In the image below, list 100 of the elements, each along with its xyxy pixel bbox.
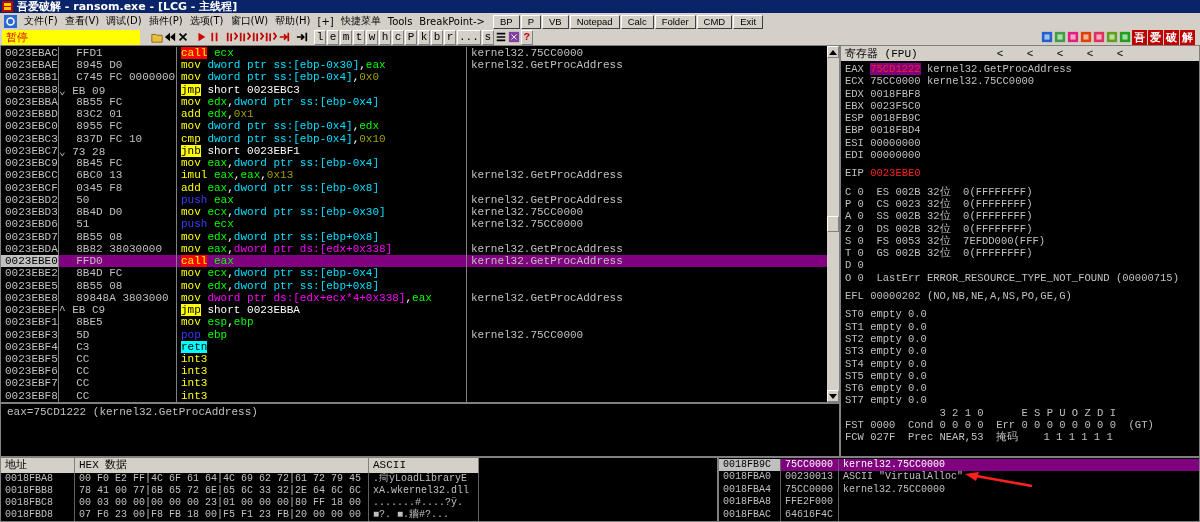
register-value[interactable]: 75CC0000 xyxy=(870,75,921,88)
column-header[interactable]: 地址 xyxy=(1,458,75,473)
tool-button[interactable]: Exit xyxy=(733,15,764,29)
address-cell: 0023EBF7 xyxy=(1,377,59,390)
tool-button[interactable]: Folder xyxy=(654,15,696,29)
letter-button[interactable]: c xyxy=(392,29,404,45)
register-name: EDI xyxy=(845,149,864,162)
tool-button[interactable]: P xyxy=(520,15,542,29)
plugin-icon[interactable] xyxy=(1080,31,1092,43)
logo-tile[interactable]: 吾 xyxy=(1132,29,1147,45)
step-icon[interactable] xyxy=(265,31,277,43)
grid-icon[interactable] xyxy=(507,31,520,43)
plugin-icon[interactable] xyxy=(1067,31,1079,43)
value-cell: 00230013 xyxy=(781,471,839,484)
pause-icon[interactable] xyxy=(208,31,220,43)
step-icon[interactable] xyxy=(252,31,264,43)
menu-item[interactable]: 选项(T) xyxy=(189,14,224,28)
register-value[interactable]: 0018FBF8 xyxy=(870,87,921,100)
plugin-icon[interactable] xyxy=(1119,31,1131,43)
menu-item[interactable]: Tools xyxy=(387,15,413,27)
play-icon[interactable] xyxy=(195,31,207,43)
tool-button[interactable]: Calc xyxy=(620,15,654,29)
menu-item[interactable]: 文件(F) xyxy=(24,14,58,28)
ascii-cell: .......#....?ÿ. xyxy=(369,497,479,509)
scroll-up-icon[interactable] xyxy=(829,49,837,55)
app-menu-icon[interactable] xyxy=(4,14,17,28)
letter-button[interactable]: k xyxy=(418,29,430,45)
column-header[interactable]: ASCII xyxy=(369,458,479,473)
scrollbar[interactable] xyxy=(827,46,839,402)
step-icon[interactable] xyxy=(226,31,238,43)
letter-button[interactable]: h xyxy=(379,29,391,45)
letter-button[interactable]: m xyxy=(340,29,352,45)
arrow-button[interactable]: < xyxy=(1045,47,1075,60)
register-value[interactable]: 0018FB9C xyxy=(870,112,921,125)
register-value[interactable]: 0018FBD4 xyxy=(870,124,921,137)
address-cell: 0023EBF8 xyxy=(1,389,59,402)
tool-button[interactable]: VB xyxy=(542,15,569,29)
letter-button[interactable]: l xyxy=(314,29,326,45)
flag-line: C 0 ES 002B 32位 0(FFFFFFFF) xyxy=(845,185,1034,198)
hex-cell: 0345 F8 xyxy=(59,181,177,194)
hex-cell: C745 FC 0000000 xyxy=(59,71,177,84)
hex-cell: 78 41 00 77|6B 65 72 6E|65 6C 33 32|2E 64 6C 6C xyxy=(75,485,369,497)
register-name: ESI xyxy=(845,136,864,150)
return-icon[interactable] xyxy=(278,31,290,43)
letter-button[interactable]: P xyxy=(405,29,417,45)
menu-item[interactable]: [+] xyxy=(317,15,334,27)
hex-cell: 51 xyxy=(59,218,177,231)
letter-button[interactable]: w xyxy=(366,29,378,45)
scroll-thumb[interactable] xyxy=(827,216,839,232)
menu-item[interactable]: 插件(P) xyxy=(148,14,183,28)
column-header[interactable]: HEX 数据 xyxy=(75,458,369,473)
address-cell: 0018FB9C xyxy=(719,459,781,472)
hex-cell: 837D FC 10 xyxy=(59,132,177,145)
tool-button[interactable]: BP xyxy=(493,15,520,29)
plugin-icon[interactable] xyxy=(1054,31,1066,43)
stack-row[interactable]: 0018FB9C 75CC0000 kernel32.75CC0000 xyxy=(719,459,1199,472)
menu-item[interactable]: 调试(D) xyxy=(106,14,142,28)
letter-button[interactable]: s xyxy=(481,29,494,45)
fpu-status-line: 3 2 1 0 E S P U O Z D I xyxy=(938,406,1117,419)
menu-item[interactable]: 查看(V) xyxy=(64,14,100,28)
flag-line: T 0 GS 002B 32位 0(FFFFFFFF) xyxy=(845,247,1034,260)
register-value[interactable]: 00000000 xyxy=(870,136,921,150)
letter-button[interactable]: t xyxy=(353,29,365,45)
plugin-icon[interactable] xyxy=(1093,31,1105,43)
arrow-button[interactable]: < xyxy=(1105,47,1135,60)
tool-button[interactable]: Notepad xyxy=(569,15,620,29)
menu-item[interactable]: 帮助(H) xyxy=(275,14,311,28)
code-row[interactable]: 0023EBE0 FFD0 call eax kernel32.GetProcAddress xyxy=(1,255,827,268)
rewind-icon[interactable] xyxy=(164,31,176,43)
address-cell: 0023EBD7 xyxy=(1,230,59,243)
menu-item[interactable]: BreakPoint-> xyxy=(419,15,485,27)
logo-tile[interactable]: 破 xyxy=(1164,29,1179,45)
letter-button[interactable]: r xyxy=(444,29,456,45)
letter-button[interactable]: e xyxy=(327,29,339,45)
address-cell: 0023EBF1 xyxy=(1,316,59,329)
close-icon[interactable] xyxy=(177,31,189,43)
hex-cell: CC xyxy=(59,389,177,402)
tool-button[interactable]: CMD xyxy=(696,15,733,29)
goto-icon[interactable] xyxy=(296,31,308,43)
plugin-icon[interactable] xyxy=(1041,31,1053,43)
flag-line: O 0 LastErr ERROR_RESOURCE_TYPE_NOT_FOUND (00000715) xyxy=(845,271,1180,285)
register-value[interactable]: 0023EBE0 xyxy=(870,167,921,180)
letter-button[interactable]: b xyxy=(431,29,443,45)
list-icon[interactable] xyxy=(494,31,507,43)
letter-button[interactable]: ... xyxy=(457,29,481,45)
comment-cell-text: kernel32.GetProcAddress xyxy=(470,242,624,256)
logo-tile[interactable]: 爱 xyxy=(1148,29,1163,45)
scroll-down-icon[interactable] xyxy=(829,393,837,399)
value-cell: FFE2F000 xyxy=(781,496,839,509)
arrow-button[interactable]: < xyxy=(1015,47,1045,60)
arrow-button[interactable]: < xyxy=(1075,47,1105,60)
arrow-button[interactable]: < xyxy=(985,47,1015,60)
menu-item[interactable]: 窗口(W) xyxy=(230,14,269,28)
logo-tile[interactable]: 解 xyxy=(1180,29,1195,45)
register-value[interactable]: 0023F5C0 xyxy=(870,99,921,113)
menu-item[interactable]: 快捷菜单 xyxy=(340,14,381,28)
register-value[interactable]: 00000000 xyxy=(870,149,921,162)
step-icon[interactable] xyxy=(239,31,251,43)
fpu-register-line: ST3 empty 0.0 xyxy=(845,345,928,358)
register-name: ECX xyxy=(845,75,864,88)
